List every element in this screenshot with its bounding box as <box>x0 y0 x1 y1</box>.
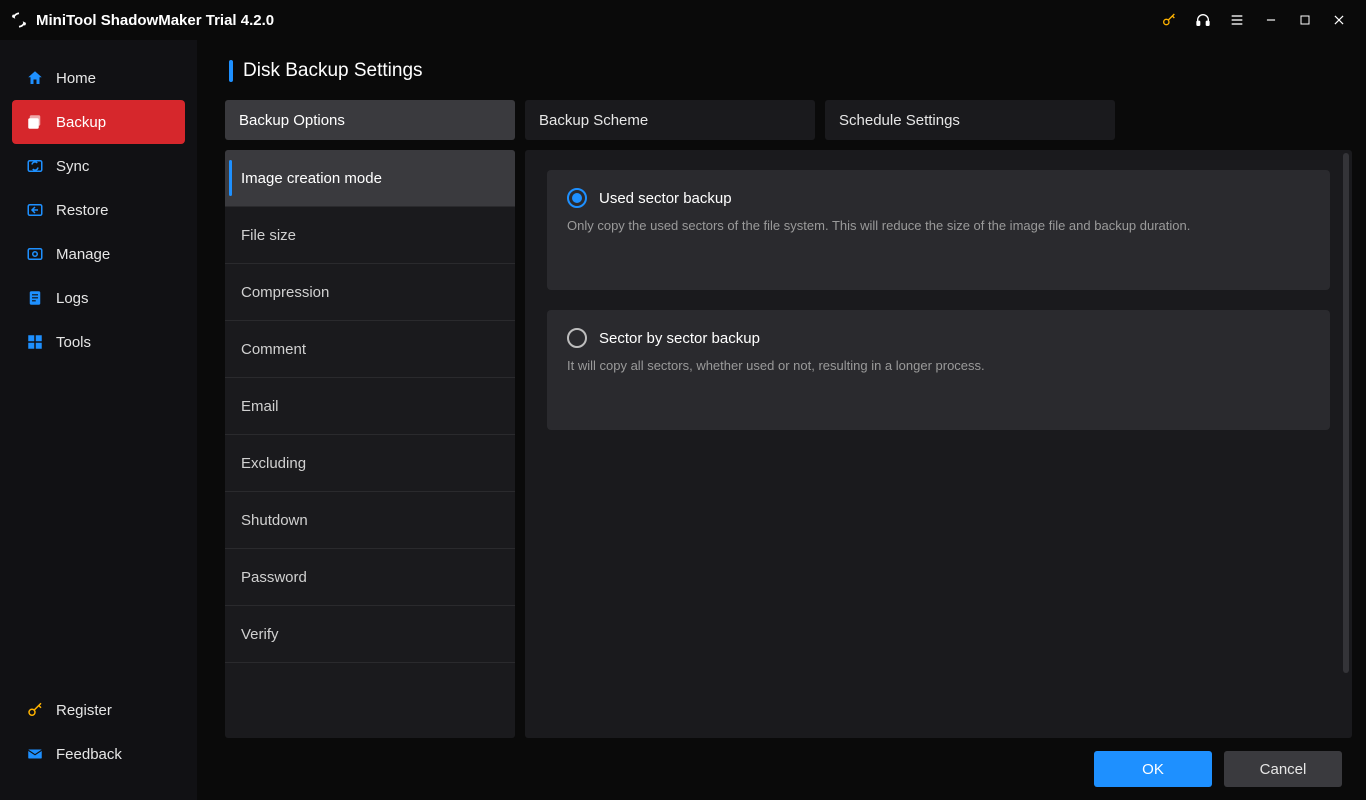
option-shutdown[interactable]: Shutdown <box>225 492 515 549</box>
scrollbar[interactable] <box>1343 153 1349 673</box>
sidebar-item-label: Home <box>56 70 96 87</box>
key-icon <box>26 701 44 719</box>
settings-tabs: Backup Options Backup Scheme Schedule Se… <box>225 100 1352 140</box>
sidebar-item-backup[interactable]: Backup <box>12 100 185 144</box>
page-title: Disk Backup Settings <box>243 60 423 82</box>
sidebar-item-label: Logs <box>56 290 89 307</box>
radio-option-used-sector[interactable]: Used sector backup Only copy the used se… <box>547 170 1330 290</box>
window-maximize-button[interactable] <box>1288 0 1322 40</box>
sidebar-item-label: Backup <box>56 114 106 131</box>
sidebar: Home Backup Sync Restore Manage Logs <box>0 40 197 800</box>
cancel-button[interactable]: Cancel <box>1224 751 1342 787</box>
option-comment[interactable]: Comment <box>225 321 515 378</box>
sidebar-item-restore[interactable]: Restore <box>12 188 185 232</box>
titlebar-menu-icon[interactable] <box>1220 0 1254 40</box>
mail-icon <box>26 745 44 763</box>
option-password[interactable]: Password <box>225 549 515 606</box>
sync-icon <box>26 157 44 175</box>
radio-icon[interactable] <box>567 328 587 348</box>
title-accent <box>229 60 233 82</box>
app-title: MiniTool ShadowMaker Trial 4.2.0 <box>36 12 274 29</box>
radio-icon[interactable] <box>567 188 587 208</box>
tab-label: Backup Options <box>239 112 345 129</box>
option-verify[interactable]: Verify <box>225 606 515 663</box>
option-label: Excluding <box>241 455 306 472</box>
backup-icon <box>26 113 44 131</box>
radio-description: Only copy the used sectors of the file s… <box>567 216 1310 236</box>
sidebar-item-label: Restore <box>56 202 109 219</box>
option-label: Image creation mode <box>241 170 382 187</box>
option-file-size[interactable]: File size <box>225 207 515 264</box>
option-email[interactable]: Email <box>225 378 515 435</box>
option-label: Shutdown <box>241 512 308 529</box>
sidebar-item-label: Register <box>56 702 112 719</box>
radio-label: Used sector backup <box>599 190 732 207</box>
option-label: Compression <box>241 284 329 301</box>
radio-label: Sector by sector backup <box>599 330 760 347</box>
option-image-creation-mode[interactable]: Image creation mode <box>225 150 515 207</box>
sidebar-item-label: Manage <box>56 246 110 263</box>
tab-label: Backup Scheme <box>539 112 648 129</box>
sidebar-item-tools[interactable]: Tools <box>12 320 185 364</box>
main-content: Disk Backup Settings Backup Options Back… <box>197 40 1366 800</box>
option-label: Password <box>241 569 307 586</box>
radio-description: It will copy all sectors, whether used o… <box>567 356 1310 376</box>
sidebar-item-register[interactable]: Register <box>12 688 185 732</box>
sidebar-item-label: Sync <box>56 158 89 175</box>
titlebar-key-icon[interactable] <box>1152 0 1186 40</box>
tab-backup-options[interactable]: Backup Options <box>225 100 515 140</box>
restore-icon <box>26 201 44 219</box>
sidebar-item-manage[interactable]: Manage <box>12 232 185 276</box>
tab-backup-scheme[interactable]: Backup Scheme <box>525 100 815 140</box>
sidebar-item-feedback[interactable]: Feedback <box>12 732 185 776</box>
app-logo-icon <box>10 11 28 29</box>
sidebar-item-label: Tools <box>56 334 91 351</box>
window-minimize-button[interactable] <box>1254 0 1288 40</box>
sidebar-item-sync[interactable]: Sync <box>12 144 185 188</box>
sidebar-item-home[interactable]: Home <box>12 56 185 100</box>
option-label: Verify <box>241 626 279 643</box>
title-bar: MiniTool ShadowMaker Trial 4.2.0 <box>0 0 1366 40</box>
tab-schedule-settings[interactable]: Schedule Settings <box>825 100 1115 140</box>
sidebar-item-label: Feedback <box>56 746 122 763</box>
ok-button[interactable]: OK <box>1094 751 1212 787</box>
logs-icon <box>26 289 44 307</box>
option-label: Comment <box>241 341 306 358</box>
tab-label: Schedule Settings <box>839 112 960 129</box>
radio-option-sector-by-sector[interactable]: Sector by sector backup It will copy all… <box>547 310 1330 430</box>
dialog-footer: OK Cancel <box>225 738 1352 800</box>
home-icon <box>26 69 44 87</box>
option-excluding[interactable]: Excluding <box>225 435 515 492</box>
manage-icon <box>26 245 44 263</box>
option-list: Image creation mode File size Compressio… <box>225 150 515 738</box>
option-compression[interactable]: Compression <box>225 264 515 321</box>
sidebar-item-logs[interactable]: Logs <box>12 276 185 320</box>
option-label: Email <box>241 398 279 415</box>
titlebar-headset-icon[interactable] <box>1186 0 1220 40</box>
option-detail-panel: Used sector backup Only copy the used se… <box>525 150 1352 738</box>
window-close-button[interactable] <box>1322 0 1356 40</box>
tools-icon <box>26 333 44 351</box>
option-label: File size <box>241 227 296 244</box>
